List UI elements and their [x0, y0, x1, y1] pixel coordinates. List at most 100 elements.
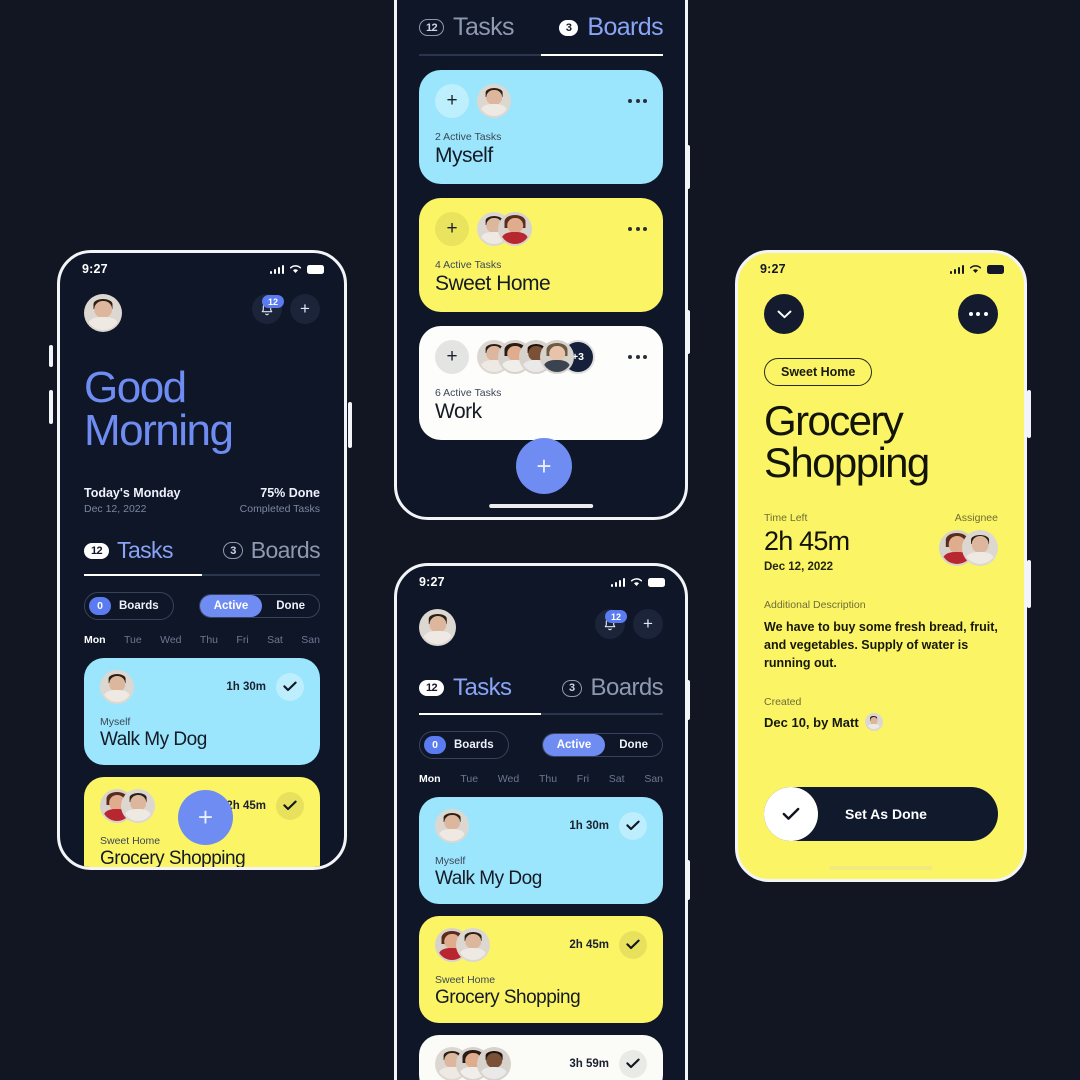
plus-icon: +: [300, 299, 310, 318]
task-complete-button[interactable]: [619, 1049, 647, 1078]
day-sun[interactable]: San: [644, 773, 663, 785]
task-card[interactable]: 2h 45m Sweet Home Grocery Shopping: [419, 915, 663, 1023]
task-card[interactable]: 1h 30m Myself Walk My Dog: [84, 657, 320, 765]
boards-filter-count: 0: [89, 596, 111, 615]
board-card[interactable]: + 4 Active Tasks Sweet Home: [419, 197, 663, 312]
tab-indicator: [84, 574, 320, 576]
boards-filter-chip[interactable]: 0 Boards: [84, 591, 174, 620]
task-complete-button[interactable]: [276, 791, 304, 820]
status-segmented-control: Active Done: [541, 732, 663, 757]
day-mon[interactable]: Mon: [419, 773, 441, 785]
task-board: Myself: [100, 715, 131, 728]
avatar: [121, 788, 155, 823]
filter-row: 0 Boards Active Done: [419, 730, 663, 759]
task-complete-button[interactable]: [276, 672, 304, 701]
add-task-fab[interactable]: +: [178, 790, 233, 845]
task-complete-button[interactable]: [619, 811, 647, 840]
board-active-tasks: 2 Active Tasks: [435, 130, 502, 143]
boards-filter-label: Boards: [119, 599, 159, 612]
tab-boards[interactable]: 3 Boards: [562, 674, 664, 702]
boards-filter-chip[interactable]: 0 Boards: [419, 730, 509, 759]
task-detail-title: Grocery Shopping: [764, 400, 998, 484]
status-time: 9:27: [760, 262, 786, 276]
tab-tasks-count: 12: [84, 542, 110, 559]
board-card[interactable]: + +3 6 Active Tasks Work: [419, 325, 663, 440]
tab-boards[interactable]: 3 Boards: [223, 537, 321, 564]
add-button[interactable]: +: [633, 609, 663, 639]
board-menu-button[interactable]: [628, 354, 647, 359]
set-as-done-button[interactable]: Set As Done: [764, 787, 998, 841]
board-name: Work: [435, 399, 482, 423]
segment-active[interactable]: Active: [542, 733, 606, 756]
avatar[interactable]: [84, 294, 122, 332]
segment-active[interactable]: Active: [199, 594, 263, 617]
task-complete-button[interactable]: [619, 930, 647, 959]
avatar-stack: +3: [477, 339, 595, 374]
task-card[interactable]: 3h 59m: [419, 1034, 663, 1080]
task-duration: 1h 30m: [226, 680, 266, 693]
screenshot-canvas: 9:27 + 12 Good Morning Today's Monday De…: [0, 0, 1080, 1080]
day-thu[interactable]: Thu: [539, 773, 557, 785]
wifi-icon: [630, 578, 643, 586]
task-card[interactable]: 1h 30m Myself Walk My Dog: [419, 796, 663, 904]
description-label: Additional Description: [764, 599, 866, 611]
day-sat[interactable]: Sat: [609, 773, 625, 785]
avatar: [498, 211, 532, 246]
status-bar: 9:27: [738, 253, 1024, 276]
board-card[interactable]: + 2 Active Tasks Myself: [419, 69, 663, 184]
tab-tasks[interactable]: 12 Tasks: [419, 13, 515, 42]
signal-icon: [269, 264, 284, 274]
progress-label: 75% Done: [260, 486, 320, 501]
day-wed[interactable]: Wed: [498, 773, 519, 785]
signal-icon: [949, 264, 964, 274]
filter-row: 0 Boards Active Done: [84, 591, 320, 620]
tab-tasks[interactable]: 12 Tasks: [419, 674, 512, 702]
day-sat[interactable]: Sat: [267, 634, 283, 646]
day-fri[interactable]: Fri: [577, 773, 589, 785]
day-sun[interactable]: San: [301, 634, 320, 646]
add-board-fab[interactable]: +: [516, 438, 572, 494]
task-menu-button[interactable]: [958, 294, 998, 334]
segment-done[interactable]: Done: [605, 734, 662, 756]
battery-icon: [648, 577, 665, 587]
avatar[interactable]: [419, 609, 456, 646]
tab-tasks[interactable]: 12 Tasks: [84, 537, 173, 564]
today-label: Today's Monday: [84, 486, 181, 501]
tab-tasks-count: 12: [419, 680, 445, 696]
add-member-button[interactable]: +: [435, 211, 469, 246]
assignee-avatars[interactable]: [939, 530, 998, 566]
collapse-button[interactable]: [764, 294, 804, 334]
avatar-stack: [477, 211, 532, 246]
add-member-button[interactable]: +: [435, 83, 469, 118]
avatar-stack: [435, 927, 490, 962]
avatar: [435, 808, 469, 843]
status-bar: 9:27: [60, 253, 344, 276]
segment-done[interactable]: Done: [262, 595, 319, 617]
phone-side-button: [686, 860, 690, 900]
set-as-done-label: Set As Done: [845, 806, 927, 822]
status-bar: 9:27: [397, 566, 685, 589]
board-menu-button[interactable]: [628, 98, 647, 103]
avatar: [540, 339, 574, 374]
task-title-line-2: Shopping: [764, 439, 930, 486]
notification-badge: 12: [261, 295, 284, 308]
home-tab-bar: 12 Tasks 3 Boards: [84, 537, 321, 564]
board-active-tasks: 4 Active Tasks: [435, 258, 502, 271]
day-fri[interactable]: Fri: [236, 634, 248, 646]
tab-boards[interactable]: 3 Boards: [558, 13, 664, 42]
add-member-button[interactable]: +: [435, 339, 469, 374]
day-thu[interactable]: Thu: [200, 634, 218, 646]
tab-boards-label: Boards: [250, 537, 321, 564]
phone-side-button: [348, 402, 352, 448]
day-tue[interactable]: Tue: [460, 773, 478, 785]
avatar: [477, 1046, 511, 1080]
day-wed[interactable]: Wed: [160, 634, 181, 646]
board-tag[interactable]: Sweet Home: [764, 358, 873, 386]
phone-side-button: [1027, 390, 1031, 438]
add-button[interactable]: +: [290, 294, 320, 324]
day-tue[interactable]: Tue: [124, 634, 142, 646]
board-menu-button[interactable]: [628, 226, 647, 231]
tasks-tab-bar: 12 Tasks 3 Boards: [419, 674, 664, 702]
check-icon: [782, 807, 800, 820]
day-mon[interactable]: Mon: [84, 634, 106, 646]
